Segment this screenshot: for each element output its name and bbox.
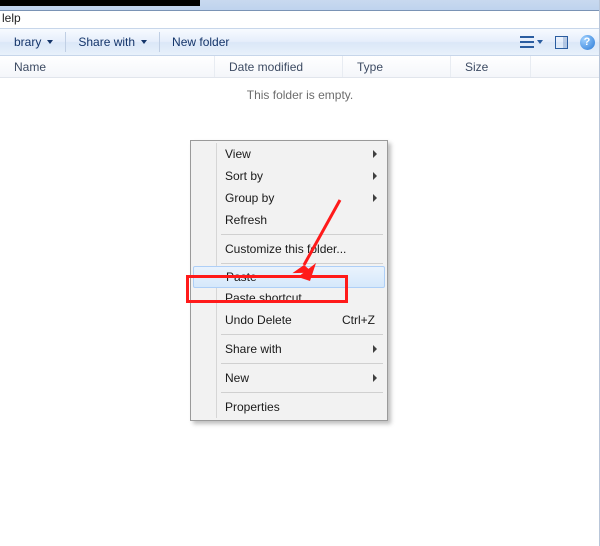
ctx-share-with[interactable]: Share with — [193, 338, 385, 360]
column-header-size-label: Size — [465, 60, 488, 74]
ctx-undo-delete[interactable]: Undo Delete Ctrl+Z — [193, 309, 385, 331]
context-menu-separator — [221, 363, 383, 364]
submenu-arrow-icon — [373, 194, 377, 202]
ctx-group-label: Group by — [225, 191, 274, 205]
preview-pane-button[interactable] — [548, 31, 574, 53]
submenu-arrow-icon — [373, 172, 377, 180]
menu-help[interactable]: lelp — [2, 11, 21, 25]
submenu-arrow-icon — [373, 150, 377, 158]
ctx-paste-label: Paste — [226, 270, 257, 284]
context-menu-separator — [221, 234, 383, 235]
ctx-properties-label: Properties — [225, 400, 280, 414]
help-icon: ? — [580, 35, 595, 50]
ctx-undo-label: Undo Delete — [225, 313, 292, 327]
ctx-new[interactable]: New — [193, 367, 385, 389]
context-menu-separator — [221, 392, 383, 393]
toolbar-separator — [65, 32, 66, 52]
empty-folder-message: This folder is empty. — [0, 88, 600, 102]
ctx-new-label: New — [225, 371, 249, 385]
chevron-down-icon — [141, 40, 147, 44]
column-header-name-label: Name — [14, 60, 46, 74]
toolbar-library-dropdown[interactable]: brary — [4, 31, 63, 53]
ctx-refresh-label: Refresh — [225, 213, 267, 227]
preview-pane-icon — [555, 36, 568, 49]
ctx-refresh[interactable]: Refresh — [193, 209, 385, 231]
titlebar-dark-fragment — [0, 0, 200, 6]
ctx-paste[interactable]: Paste — [193, 266, 385, 288]
context-menu: View Sort by Group by Refresh Customize … — [190, 140, 388, 421]
views-icon — [520, 36, 534, 48]
toolbar-separator — [159, 32, 160, 52]
ctx-customize-label: Customize this folder... — [225, 242, 346, 256]
column-header-size[interactable]: Size — [451, 56, 531, 77]
ctx-paste-shortcut-label: Paste shortcut — [225, 291, 302, 305]
chevron-down-icon — [47, 40, 53, 44]
ctx-customize-folder[interactable]: Customize this folder... — [193, 238, 385, 260]
ctx-view[interactable]: View — [193, 143, 385, 165]
ctx-sort-by[interactable]: Sort by — [193, 165, 385, 187]
column-header-type-label: Type — [357, 60, 383, 74]
new-folder-label: New folder — [172, 35, 229, 49]
toolbar-share-dropdown[interactable]: Share with — [68, 31, 157, 53]
help-button[interactable]: ? — [574, 31, 600, 53]
change-view-button[interactable] — [514, 31, 548, 53]
submenu-arrow-icon — [373, 345, 377, 353]
ctx-view-label: View — [225, 147, 251, 161]
column-header-row: Name Date modified Type Size — [0, 56, 600, 78]
ctx-sort-label: Sort by — [225, 169, 263, 183]
column-header-type[interactable]: Type — [343, 56, 451, 77]
menubar: lelp — [0, 11, 600, 28]
submenu-arrow-icon — [373, 374, 377, 382]
ctx-share-label: Share with — [225, 342, 282, 356]
ctx-paste-shortcut[interactable]: Paste shortcut — [193, 287, 385, 309]
column-header-date[interactable]: Date modified — [215, 56, 343, 77]
toolbar-share-label: Share with — [78, 35, 135, 49]
titlebar-fragment — [0, 0, 600, 11]
ctx-properties[interactable]: Properties — [193, 396, 385, 418]
column-header-name[interactable]: Name — [0, 56, 215, 77]
context-menu-separator — [221, 263, 383, 264]
toolbar-library-label: brary — [14, 35, 41, 49]
ctx-undo-shortcut: Ctrl+Z — [342, 313, 375, 327]
ctx-group-by[interactable]: Group by — [193, 187, 385, 209]
chevron-down-icon — [537, 40, 543, 44]
toolbar: brary Share with New folder ? — [0, 28, 600, 56]
new-folder-button[interactable]: New folder — [162, 31, 239, 53]
column-header-date-label: Date modified — [229, 60, 303, 74]
context-menu-separator — [221, 334, 383, 335]
